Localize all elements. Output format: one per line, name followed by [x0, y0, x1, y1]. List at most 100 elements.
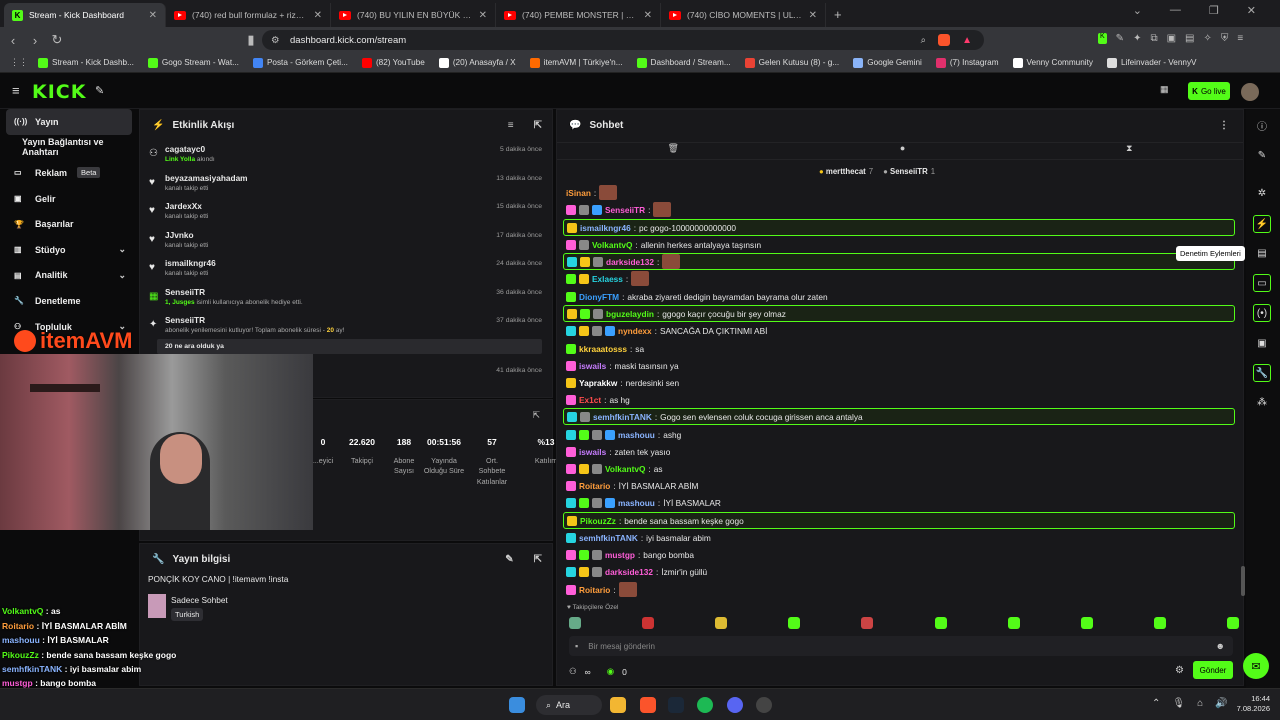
chat-tool-icon[interactable]: ▭ [1253, 274, 1271, 292]
chat-username[interactable]: semhfkinTANK [579, 533, 638, 543]
browser-tab[interactable]: (740) CİBO MOMENTS | ULTRA HIZLI ✕ [661, 3, 826, 27]
chat-message[interactable]: Ex1ct: as hg [563, 391, 1235, 408]
emote-icon[interactable] [788, 617, 801, 629]
info-icon[interactable]: ⓘ [1253, 116, 1271, 134]
reload-icon[interactable]: ↻ [46, 32, 68, 48]
taskbar-search[interactable]: ⌕ Ara [536, 695, 602, 715]
browser-tab[interactable]: (740) red bull formulaz + rize vlog - ✕ [166, 3, 331, 27]
bookmark-item[interactable]: Posta - Görkem Çeti... [252, 57, 348, 68]
chat-message[interactable]: Exlaess: [563, 270, 1235, 287]
tab-close-icon[interactable]: ✕ [809, 10, 817, 21]
chat-username[interactable]: VolkantvQ [592, 240, 632, 250]
forward-icon[interactable]: › [24, 33, 46, 48]
tab-close-icon[interactable]: ✕ [479, 10, 487, 21]
chat-message[interactable]: ismailkngr46: pc gogo-10000000000000 [563, 219, 1235, 236]
share-icon[interactable]: ⁂ [1253, 393, 1271, 411]
stats-popout-icon[interactable]: ⇱ [532, 410, 540, 421]
mic-icon[interactable]: 🎙 [1172, 698, 1185, 709]
bookmark-item[interactable]: (7) Instagram [935, 57, 999, 68]
activity-link[interactable]: 1, Jusges [165, 299, 195, 306]
chat-message[interactable]: Roitario: İYİ BASMALAR ABİM [563, 477, 1235, 494]
chat-username[interactable]: DionyFTM [579, 292, 619, 302]
search-icon[interactable]: ⌕ [921, 35, 926, 46]
bookmark-item[interactable]: (82) YouTube [361, 57, 425, 68]
chat-username[interactable]: PikouzZz [580, 516, 616, 526]
bookmark-item[interactable]: Gelen Kutusu (8) - g... [744, 57, 839, 68]
emote-icon[interactable] [715, 617, 728, 629]
activity-user[interactable]: beyazamasiyahadam [165, 173, 552, 183]
activity-item[interactable]: ♥ JJvnko kanalı takip etti 17 dakika önce [140, 226, 552, 255]
extensions-icon[interactable]: ⧉ [1150, 33, 1157, 44]
menu-icon[interactable]: ≡ [1237, 33, 1243, 44]
top-gifter[interactable]: ● SenseiiTR 1 [883, 167, 935, 176]
sidebar-item[interactable]: ▥ Stüdyo ⌄ [0, 237, 138, 263]
chat-message[interactable]: kkraaatosss: sa [563, 340, 1235, 357]
chat-username[interactable]: SenseiiTR [605, 205, 645, 215]
chat-message[interactable]: mashouu: ashg [563, 426, 1235, 443]
activity-user[interactable]: SenseiiTR [165, 315, 552, 325]
activity-user[interactable]: JJvnko [165, 230, 552, 240]
chat-message[interactable]: semhfkinTANK: iyi basmalar abim [563, 529, 1235, 546]
tab-close-icon[interactable]: ✕ [644, 10, 652, 21]
volume-icon[interactable]: 🔊 [1215, 698, 1227, 709]
popout-icon[interactable]: ⇱ [534, 120, 542, 131]
kick-extension-icon[interactable]: K [1098, 33, 1107, 44]
activity-item[interactable]: ♥ ismailkngr46 kanalı takip etti 24 dakika … [140, 254, 552, 283]
chat-message[interactable]: iswails: zaten tek yasıo [563, 443, 1235, 460]
emote-icon[interactable] [1080, 617, 1093, 629]
emoji-icon[interactable]: ☻ [1216, 641, 1225, 651]
discord-icon[interactable] [727, 697, 743, 713]
network-icon[interactable]: ⌂ [1197, 698, 1203, 709]
chat-username[interactable]: Roitario [579, 585, 610, 595]
bookmark-item[interactable]: (20) Anasayfa / X [438, 57, 516, 68]
chat-username[interactable]: nyndexx [618, 326, 652, 336]
activity-item[interactable]: ▦ SenseiiTR 1, Jusges isimli kullanıcıya a… [140, 283, 552, 312]
chat-message[interactable]: iswails: maski tasınsın ya [563, 357, 1235, 374]
emote-icon[interactable] [934, 617, 947, 629]
chat-message[interactable]: nyndexx: SANCAĞA DA ÇIKTINMI ABİ [563, 322, 1235, 339]
brave-rewards-icon[interactable]: ▲ [962, 35, 972, 46]
tab-search-icon[interactable]: ⌄ [1133, 4, 1142, 17]
steam-icon[interactable] [668, 697, 684, 713]
chat-username[interactable]: Ex1ct [579, 395, 601, 405]
bookmark-item[interactable]: Lifeinvader - VennyV [1106, 57, 1197, 68]
chat-message[interactable]: Roitario: [563, 581, 1235, 598]
chat-message[interactable]: Yaprakkw: nerdesinki sen [563, 374, 1235, 391]
bookmark-item[interactable]: Venny Community [1012, 57, 1093, 68]
brave-shield-icon[interactable] [938, 34, 950, 46]
spotify-icon[interactable] [697, 697, 713, 713]
puzzle-icon[interactable]: ✦ [1133, 33, 1141, 44]
activity-user[interactable]: SenseiiTR [165, 287, 552, 297]
users-icon[interactable]: ⚇ [569, 666, 577, 677]
new-tab-icon[interactable]: + [834, 7, 842, 22]
chat-username[interactable]: Yaprakkw [579, 378, 617, 388]
filter-icon[interactable]: ≡ [508, 120, 514, 131]
edit-icon[interactable]: ✎ [505, 554, 513, 565]
emote-icon[interactable] [861, 617, 874, 629]
kick-logo[interactable]: KICK [32, 81, 86, 103]
bolt-tool-icon[interactable]: ⚡ [1253, 215, 1271, 233]
chat-more-icon[interactable]: ⋮ [1219, 120, 1229, 131]
avatar[interactable] [1241, 83, 1259, 101]
browser-tab[interactable]: (740) PEMBE MONSTER | Madara Oi ✕ [496, 3, 661, 27]
pencil-icon[interactable]: ✎ [1253, 146, 1271, 164]
chat-message[interactable]: darkside132: İzmir'in güllü [563, 563, 1235, 580]
apps-icon[interactable]: ⋮⋮ [10, 57, 28, 68]
maximize-button[interactable]: ❐ [1209, 4, 1219, 17]
sidebar-item[interactable]: 🏆 Başarılar [0, 211, 138, 237]
monitor-icon[interactable]: ▣ [1253, 334, 1271, 352]
leo-icon[interactable]: ✧ [1204, 33, 1212, 44]
tab-close-icon[interactable]: ✕ [314, 10, 322, 21]
activity-user[interactable]: ismailkngr46 [165, 258, 552, 268]
pin-icon[interactable]: ✎ [95, 84, 104, 97]
chat-username[interactable]: iswails [579, 361, 606, 371]
browser-tab[interactable]: K Stream - Kick Dashboard ✕ [4, 3, 166, 27]
sidebar-item[interactable]: ▤ Analitik ⌄ [0, 263, 138, 289]
chat-username[interactable]: mustgp [605, 550, 635, 560]
obs-icon[interactable] [756, 697, 772, 713]
tab-close-icon[interactable]: ✕ [149, 10, 157, 21]
emote-icon[interactable] [569, 617, 581, 629]
clipboard-icon[interactable]: ▤ [1253, 244, 1271, 262]
trash-icon[interactable]: 🗑 [667, 143, 678, 159]
windows-start-icon[interactable] [509, 697, 525, 713]
